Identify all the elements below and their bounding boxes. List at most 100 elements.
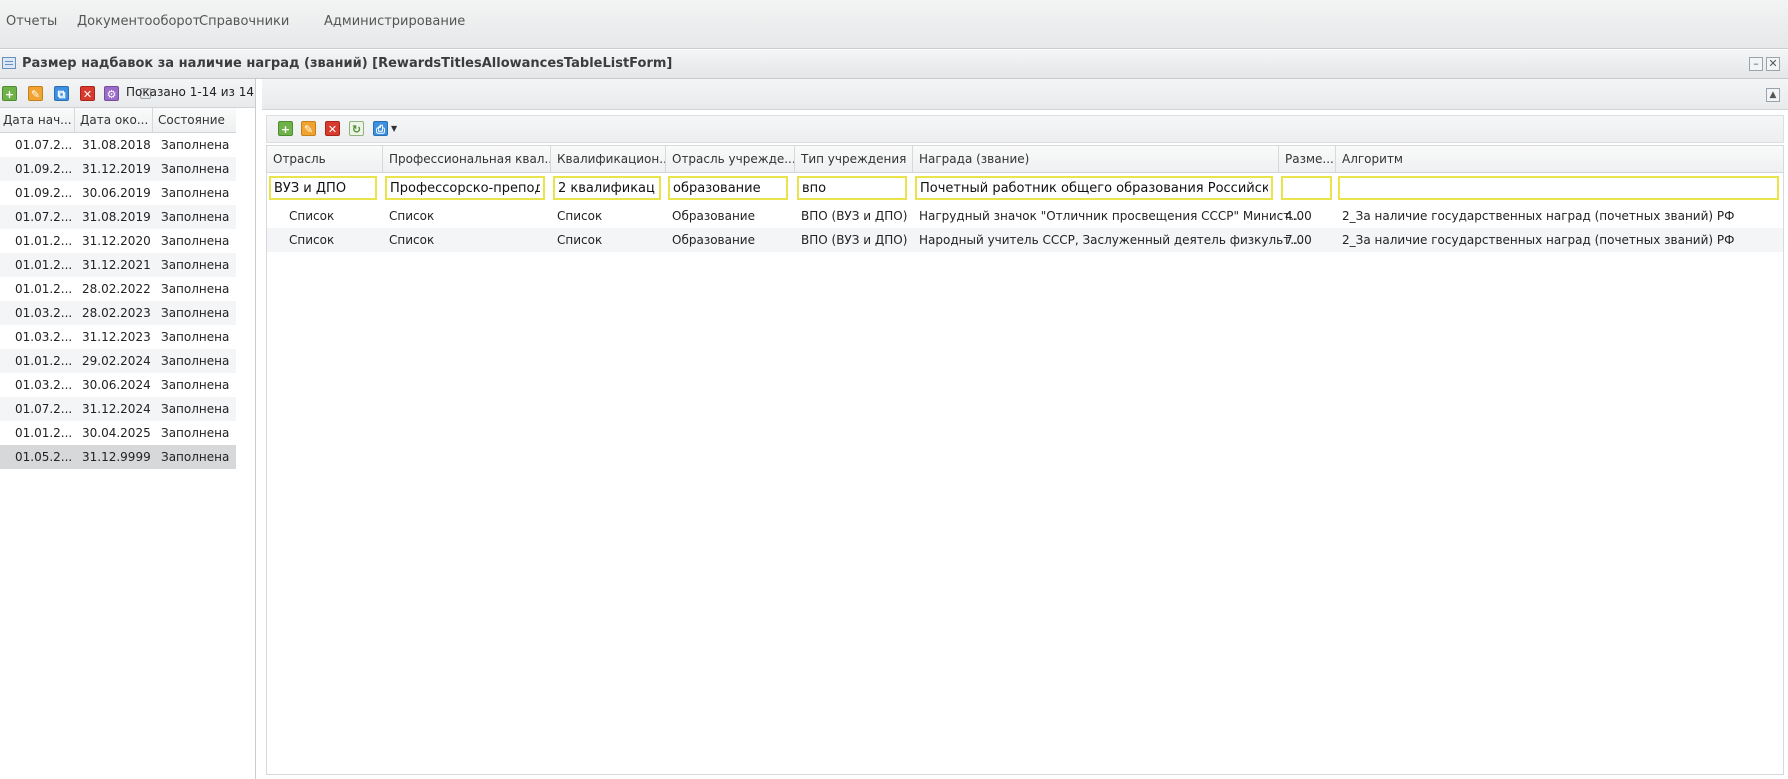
period-state: Заполнена [161, 138, 230, 152]
period-end-date: 31.08.2018 [82, 138, 151, 152]
filter-prof-qualification-input[interactable] [385, 176, 545, 200]
period-end-date: 31.12.2023 [82, 330, 151, 344]
menu-item-references[interactable]: Справочники [199, 14, 289, 29]
filter-row [267, 173, 1783, 203]
period-row[interactable]: 01.09.2... 31.12.2019 Заполнена [0, 157, 236, 181]
menu-item-documents[interactable]: Документооборот [77, 14, 200, 29]
column-header-prof-qualification[interactable]: Профессиональная квал... [383, 146, 551, 172]
filter-institution-branch-input[interactable] [668, 176, 788, 200]
minimize-icon[interactable]: – [1749, 57, 1763, 71]
period-end-date: 31.08.2019 [82, 210, 151, 224]
add-icon[interactable]: + [2, 86, 17, 101]
period-state: Заполнена [161, 378, 230, 392]
period-end-date: 31.12.2019 [82, 162, 151, 176]
column-header-branch[interactable]: Отрасль [267, 146, 383, 172]
delete-row-icon[interactable]: ✕ [325, 121, 340, 136]
filter-size-input[interactable] [1281, 176, 1332, 200]
cell-qualification: Список [557, 233, 603, 247]
column-header-start-date[interactable]: Дата нач... [0, 108, 75, 132]
filter-algorithm-input[interactable] [1338, 176, 1779, 200]
period-start-date: 01.07.2... [15, 210, 73, 224]
period-row[interactable]: 01.09.2... 30.06.2019 Заполнена [0, 181, 236, 205]
column-header-institution-branch[interactable]: Отрасль учрежде... [666, 146, 795, 172]
period-start-date: 01.09.2... [15, 162, 73, 176]
print-icon[interactable]: ⎙ [373, 121, 388, 136]
period-start-date: 01.01.2... [15, 282, 73, 296]
refresh-icon[interactable]: ↻ [349, 121, 364, 136]
period-row[interactable]: 01.07.2... 31.08.2019 Заполнена [0, 205, 236, 229]
period-start-date: 01.03.2... [15, 306, 73, 320]
chevron-down-icon[interactable]: ▼ [391, 124, 397, 133]
period-end-date: 31.12.2024 [82, 402, 151, 416]
periods-toolbar: + ✎ ⧉ ✕ ⚙ Показано 1-14 из 14 [0, 79, 255, 108]
period-start-date: 01.01.2... [15, 426, 73, 440]
delete-icon[interactable]: ✕ [80, 86, 95, 101]
periods-table-body: 01.07.2... 31.08.2018 Заполнена 01.09.2... 3… [0, 133, 236, 469]
cell-award: Нагрудный значок "Отличник просвещения С… [919, 209, 1302, 223]
collapse-up-icon[interactable]: ▲ [1766, 88, 1780, 102]
column-header-end-date[interactable]: Дата око... [77, 108, 153, 132]
period-end-date: 30.06.2019 [82, 186, 151, 200]
close-icon[interactable]: ✕ [1766, 57, 1780, 71]
period-end-date: 30.06.2024 [82, 378, 151, 392]
add-row-icon[interactable]: + [278, 121, 293, 136]
edit-row-icon[interactable]: ✎ [301, 121, 316, 136]
period-state: Заполнена [161, 426, 230, 440]
period-row[interactable]: 01.05.2... 31.12.9999 Заполнена [0, 445, 236, 469]
period-start-date: 01.09.2... [15, 186, 73, 200]
column-header-award[interactable]: Награда (звание) [913, 146, 1279, 172]
period-row[interactable]: 01.01.2... 28.02.2022 Заполнена [0, 277, 236, 301]
period-row[interactable]: 01.01.2... 29.02.2024 Заполнена [0, 349, 236, 373]
period-state: Заполнена [161, 210, 230, 224]
filter-branch-input[interactable] [269, 176, 377, 200]
menu-item-reports[interactable]: Отчеты [6, 14, 57, 29]
top-menu-bar: Отчеты Документооборот Справочники Админ… [0, 0, 1788, 49]
cell-branch: Список [289, 209, 335, 223]
filter-qualification-input[interactable] [553, 176, 661, 200]
period-end-date: 30.04.2025 [82, 426, 151, 440]
period-row[interactable]: 01.03.2... 31.12.2023 Заполнена [0, 325, 236, 349]
period-row[interactable]: 01.01.2... 31.12.2020 Заполнена [0, 229, 236, 253]
period-row[interactable]: 01.03.2... 28.02.2023 Заполнена [0, 301, 236, 325]
period-end-date: 31.12.2020 [82, 234, 151, 248]
filter-institution-type-input[interactable] [797, 176, 907, 200]
window-title: Размер надбавок за наличие наград (звани… [22, 56, 673, 71]
cell-algorithm: 2_За наличие государственных наград (поч… [1342, 233, 1735, 247]
cell-institution-type: ВПО (ВУЗ и ДПО) [801, 233, 908, 247]
copy-icon[interactable]: ⧉ [54, 86, 69, 101]
settings-icon[interactable]: ⚙ [104, 86, 119, 101]
period-row[interactable]: 01.01.2... 31.12.2021 Заполнена [0, 253, 236, 277]
period-start-date: 01.07.2... [15, 138, 73, 152]
period-start-date: 01.07.2... [15, 402, 73, 416]
period-row[interactable]: 01.07.2... 31.12.2024 Заполнена [0, 397, 236, 421]
column-header-qualification[interactable]: Квалификацион... [551, 146, 666, 172]
periods-panel: + ✎ ⧉ ✕ ⚙ Показано 1-14 из 14 Дата нач..… [0, 79, 256, 779]
allowances-grid-header: Отрасль Профессиональная квал... Квалифи… [267, 146, 1783, 173]
menu-item-administration[interactable]: Администрирование [324, 14, 465, 29]
window-title-bar: Размер надбавок за наличие наград (звани… [0, 50, 1788, 79]
allowance-row[interactable]: Список Список Список Образование ВПО (ВУЗ и … [267, 228, 1783, 252]
cell-prof-qualification: Список [389, 233, 435, 247]
column-header-algorithm[interactable]: Алгоритм [1336, 146, 1783, 172]
period-state: Заполнена [161, 354, 230, 368]
period-start-date: 01.05.2... [15, 450, 73, 464]
edit-icon[interactable]: ✎ [28, 86, 43, 101]
period-row[interactable]: 01.07.2... 31.08.2018 Заполнена [0, 133, 236, 157]
period-row[interactable]: 01.03.2... 30.06.2024 Заполнена [0, 373, 236, 397]
allowances-grid: Отрасль Профессиональная квал... Квалифи… [266, 145, 1784, 775]
filter-award-input[interactable] [915, 176, 1273, 200]
period-row[interactable]: 01.01.2... 30.04.2025 Заполнена [0, 421, 236, 445]
allowance-row[interactable]: Список Список Список Образование ВПО (ВУЗ и … [267, 204, 1783, 228]
column-header-state[interactable]: Состояние [155, 108, 236, 132]
column-header-institution-type[interactable]: Тип учреждения [795, 146, 913, 172]
periods-table-header: Дата нач... Дата око... Состояние [0, 108, 236, 133]
period-state: Заполнена [161, 162, 230, 176]
period-end-date: 28.02.2022 [82, 282, 151, 296]
cell-institution-branch: Образование [672, 233, 755, 247]
cell-branch: Список [289, 233, 335, 247]
cell-prof-qualification: Список [389, 209, 435, 223]
cell-institution-branch: Образование [672, 209, 755, 223]
records-count: Показано 1-14 из 14 [126, 85, 255, 99]
column-header-size[interactable]: Разме... [1279, 146, 1336, 172]
period-state: Заполнена [161, 186, 230, 200]
